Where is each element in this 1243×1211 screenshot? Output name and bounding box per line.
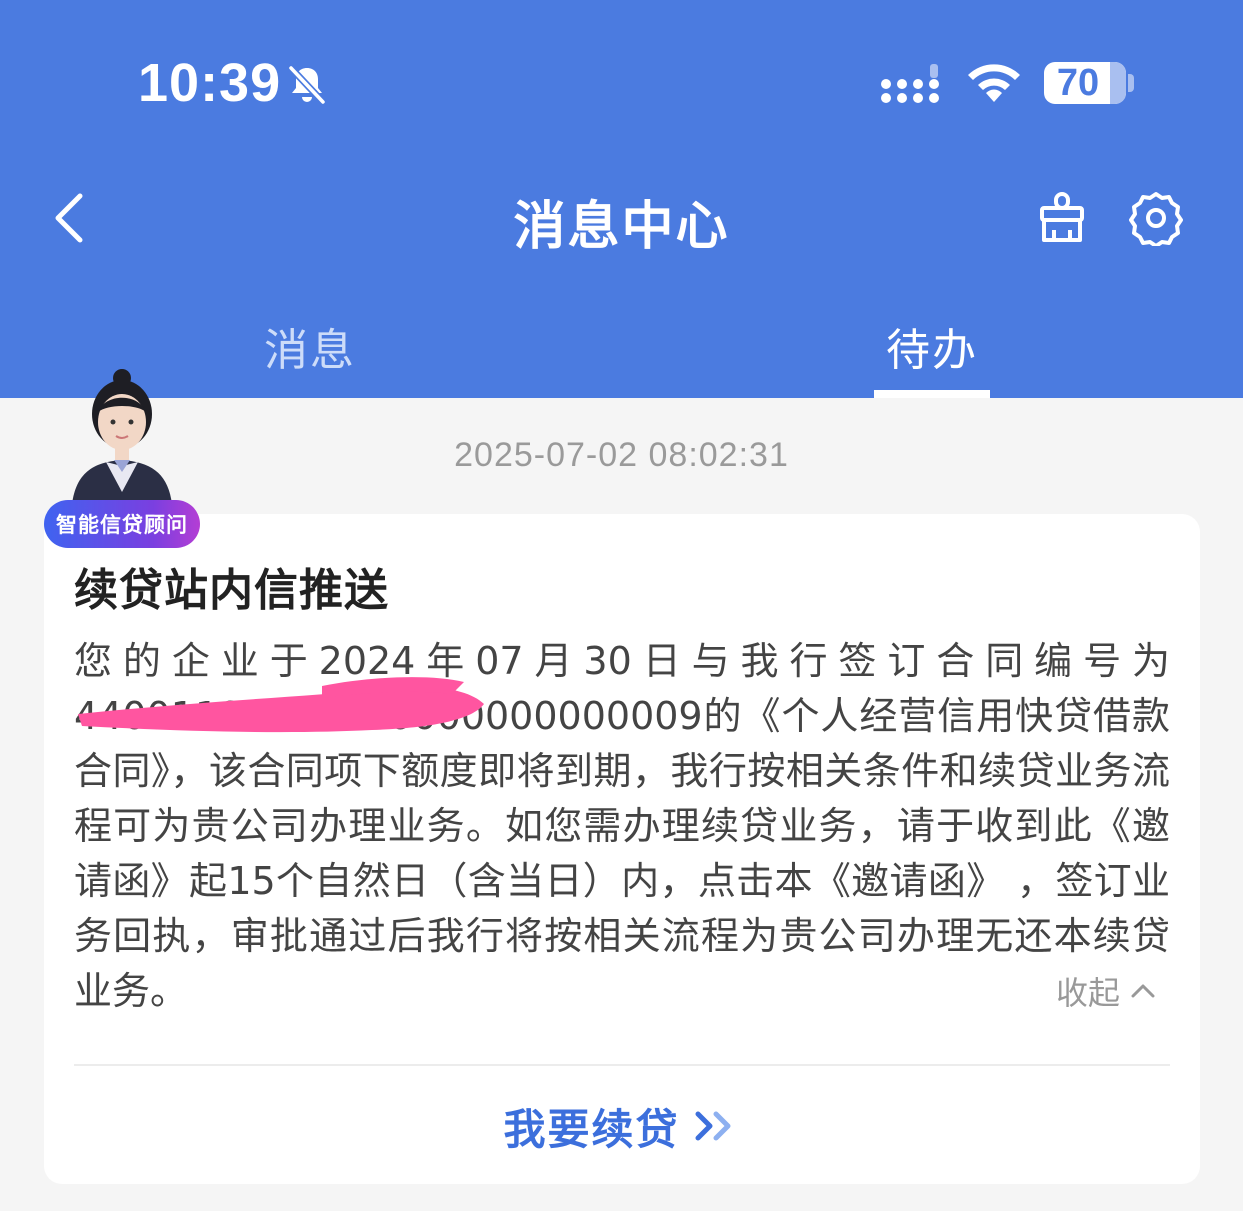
battery-level: 70 xyxy=(1056,62,1100,104)
card-divider xyxy=(74,1064,1170,1066)
redaction-scribble xyxy=(78,677,484,733)
battery-icon: 70 xyxy=(1044,62,1126,104)
tab-messages[interactable]: 消息 xyxy=(264,314,356,378)
tab-todo[interactable]: 待办 xyxy=(886,314,978,378)
broom-icon[interactable] xyxy=(1034,190,1090,246)
advisor-badge[interactable]: 智能信贷顾问 xyxy=(44,500,200,548)
advisor-avatar xyxy=(72,369,172,504)
status-time: 10:39 xyxy=(138,53,282,113)
active-tab-indicator xyxy=(874,390,990,398)
renew-loan-label: 我要续贷 xyxy=(503,1104,680,1154)
gear-icon[interactable] xyxy=(1128,190,1184,246)
battery-cap xyxy=(1128,74,1134,92)
bell-slash-icon xyxy=(288,65,326,105)
renew-loan-button[interactable]: 我要续贷 xyxy=(0,1096,1243,1156)
wifi-icon xyxy=(968,64,1020,102)
double-chevron-right-icon xyxy=(695,1111,730,1141)
message-title: 续贷站内信推送 xyxy=(74,565,389,616)
signal-icon xyxy=(881,64,939,103)
message-timestamp: 2025-07-02 08:02:31 xyxy=(454,436,789,474)
collapse-label: 收起 xyxy=(1056,974,1121,1012)
collapse-button[interactable]: 收起 xyxy=(1056,968,1156,1014)
chevron-up-icon xyxy=(1131,984,1155,998)
